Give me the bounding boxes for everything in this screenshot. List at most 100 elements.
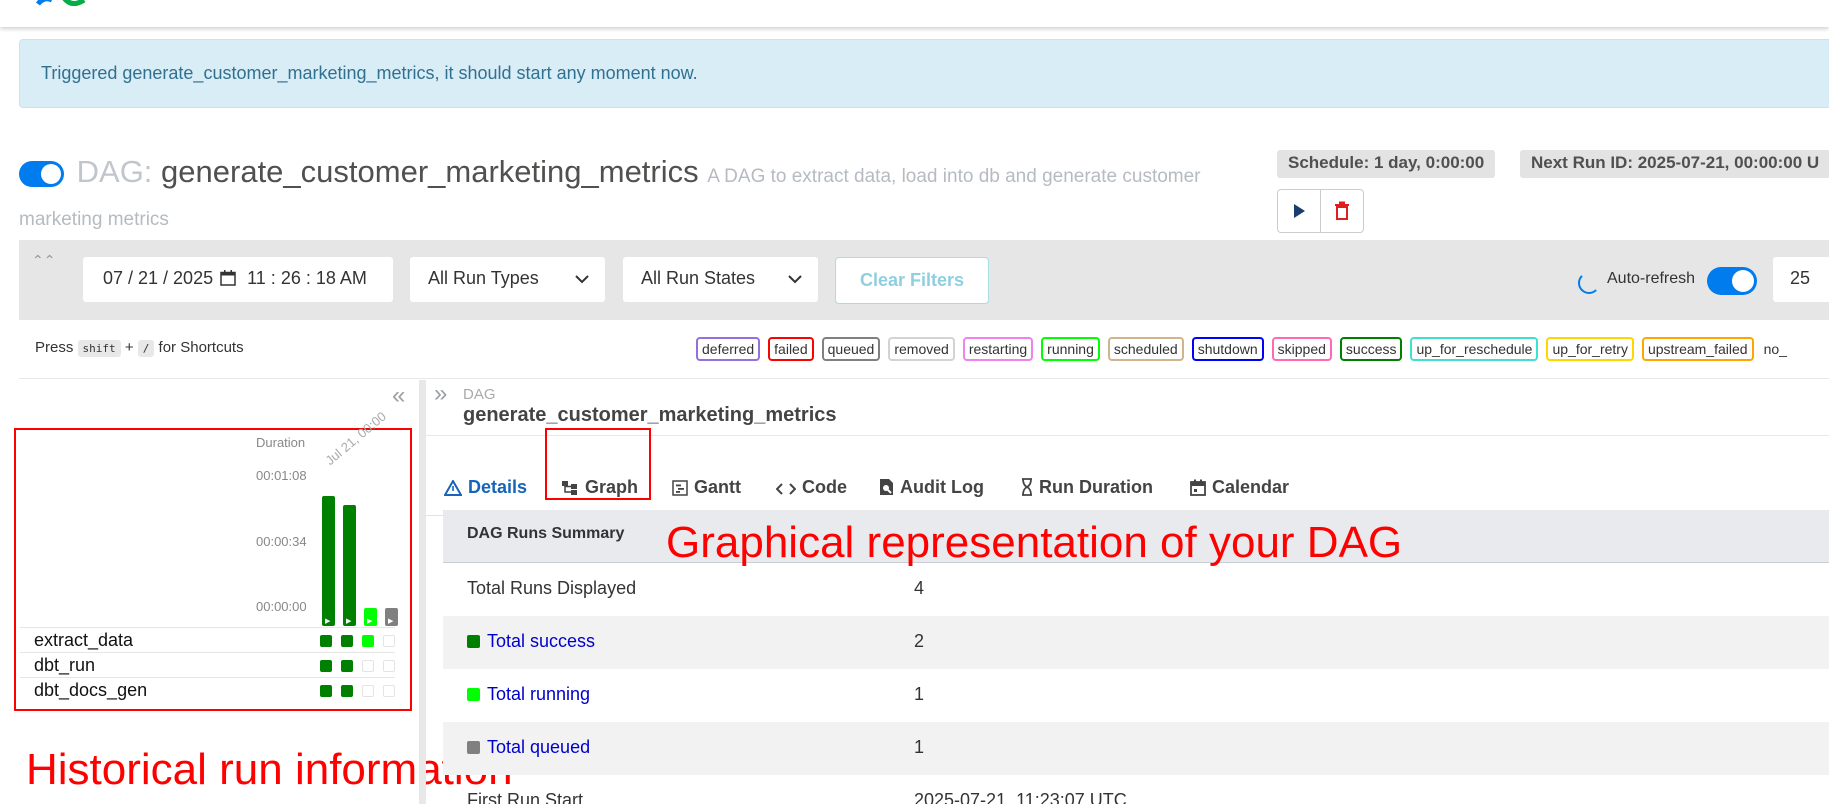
task-row-dbt-run[interactable]: dbt_run (20, 652, 395, 677)
task-instance-cell[interactable] (362, 635, 374, 647)
pane-resize-handle[interactable] (419, 380, 426, 804)
dag-pause-toggle[interactable] (19, 160, 64, 187)
next-run-badge: Next Run ID: 2025-07-21, 00:00:00 U (1520, 150, 1829, 178)
clear-filters-button[interactable]: Clear Filters (835, 257, 989, 304)
run-states-value: All Run States (641, 268, 756, 288)
annotation-graph: Graphical representation of your DAG (666, 518, 1403, 567)
table-row: Total running 1 (443, 669, 1829, 722)
task-instance-cell[interactable] (362, 685, 374, 697)
graph-tab-highlight (545, 428, 651, 500)
dag-action-buttons (1277, 189, 1364, 233)
task-instance-cell[interactable] (383, 660, 395, 672)
task-instance-cell[interactable] (383, 635, 395, 647)
dag-title: generate_customer_marketing_metrics (161, 154, 699, 189)
delete-dag-button[interactable] (1320, 190, 1363, 232)
tab-run-duration[interactable]: Run Duration (1021, 460, 1153, 516)
queued-swatch (467, 741, 480, 754)
legend-item-queued[interactable]: queued (821, 337, 881, 361)
dag-prefix: DAG: (76, 154, 153, 189)
legend-item-removed[interactable]: removed (888, 337, 955, 361)
tab-audit-log[interactable]: Audit Log (879, 460, 984, 516)
run-states-select[interactable]: All Run States (623, 257, 818, 302)
task-instance-cell[interactable] (341, 685, 353, 697)
task-row-extract-data[interactable]: extract_data (20, 627, 395, 652)
expand-grid-icon[interactable]: » (434, 380, 447, 408)
task-instance-cell[interactable] (341, 635, 353, 647)
tab-gantt[interactable]: Gantt (672, 460, 741, 516)
time-value: 11 : 26 : 18 AM (247, 268, 367, 288)
legend-item-running[interactable]: running (1041, 337, 1100, 361)
trigger-alert: Triggered generate_customer_marketing_me… (19, 39, 1829, 108)
task-instance-cell[interactable] (383, 685, 395, 697)
legend-item-up-for-reschedule[interactable]: up_for_reschedule (1410, 337, 1539, 361)
run-duration-bar[interactable]: ▶ (364, 608, 377, 626)
y-tick: 00:00:00 (256, 599, 307, 614)
legend-item-deferred[interactable]: deferred (696, 337, 761, 361)
legend-item-skipped[interactable]: skipped (1271, 337, 1332, 361)
run-duration-bar[interactable]: ▶ (343, 505, 356, 626)
legend-item-restarting[interactable]: restarting (962, 337, 1034, 361)
hourglass-icon (1022, 478, 1032, 496)
total-success-link[interactable]: Total success (487, 631, 595, 651)
shift-key: shift (77, 340, 121, 357)
total-running-link[interactable]: Total running (487, 684, 590, 704)
top-navbar (0, 0, 1829, 27)
task-instance-cell[interactable] (362, 660, 374, 672)
total-queued-link[interactable]: Total queued (487, 737, 590, 757)
collapse-grid-icon[interactable]: « (392, 382, 405, 410)
grid-pane: « Duration Jul 21, 00:00 00:01:08 00:00:… (0, 380, 420, 804)
num-runs-select[interactable]: 25 (1773, 257, 1829, 302)
date-value: 07 / 21 / 2025 (103, 268, 214, 288)
task-instance-cell[interactable] (341, 660, 353, 672)
task-name[interactable]: dbt_docs_gen (34, 680, 147, 701)
task-name[interactable]: dbt_run (34, 655, 95, 676)
airflow-logo-icon[interactable] (34, 0, 86, 6)
shortcut-hint: Press shift + / for Shortcuts (35, 339, 244, 357)
run-types-value: All Run Types (428, 268, 539, 288)
tab-code[interactable]: Code (775, 460, 847, 516)
auto-refresh-toggle[interactable] (1707, 267, 1757, 295)
duration-axis-label: Duration (256, 435, 306, 450)
chevron-down-icon (575, 275, 589, 284)
run-duration-bar[interactable]: ▶ (322, 496, 335, 626)
y-tick: 00:01:08 (256, 468, 307, 483)
gantt-icon (672, 480, 688, 496)
collapse-filters-icon[interactable]: ⌃⌃ (32, 252, 55, 269)
task-instance-cell[interactable] (320, 660, 332, 672)
table-row: Total success 2 (443, 616, 1829, 669)
run-date-label: Jul 21, 00:00 (322, 408, 390, 468)
state-legend: deferred failed queued removed restarting run… (696, 337, 1789, 361)
base-date-input[interactable]: 07 / 21 / 2025 11 : 26 : 18 AM (83, 257, 393, 302)
breadcrumb-label: DAG (463, 386, 496, 403)
legend-item-upstream-failed[interactable]: upstream_failed (1641, 337, 1754, 361)
schedule-badge: Schedule: 1 day, 0:00:00 (1277, 150, 1496, 178)
run-types-select[interactable]: All Run Types (410, 257, 605, 302)
legend-item-no-[interactable]: no_ (1761, 337, 1789, 361)
table-row: First Run Start 2025-07-21, 11:23:07 UTC (467, 790, 1127, 804)
legend-item-up-for-retry[interactable]: up_for_retry (1546, 337, 1634, 361)
dag-header: DAG: generate_customer_marketing_metrics… (19, 152, 1269, 238)
breadcrumb-dag-id[interactable]: generate_customer_marketing_metrics (463, 404, 837, 427)
success-swatch (467, 635, 480, 648)
legend-item-shutdown[interactable]: shutdown (1191, 337, 1264, 361)
chevron-down-icon (788, 275, 802, 284)
task-name[interactable]: extract_data (34, 630, 133, 651)
filter-bar: ⌃⌃ 07 / 21 / 2025 11 : 26 : 18 AM All Ru… (19, 240, 1829, 320)
warning-triangle-icon (443, 478, 463, 496)
table-row: Total queued 1 (443, 722, 1829, 775)
task-instance-cell[interactable] (320, 685, 332, 697)
legend-item-success[interactable]: success (1339, 337, 1403, 361)
task-row-dbt-docs-gen[interactable]: dbt_docs_gen (20, 677, 395, 702)
trigger-dag-button[interactable] (1278, 190, 1320, 232)
tab-calendar[interactable]: Calendar (1190, 460, 1289, 516)
play-icon (1294, 204, 1305, 218)
calendar-icon (1190, 479, 1206, 496)
legend-item-scheduled[interactable]: scheduled (1107, 337, 1184, 361)
legend-item-failed[interactable]: failed (768, 337, 814, 361)
calendar-icon[interactable] (220, 270, 236, 286)
refresh-spinner-icon (1578, 272, 1600, 294)
slash-key: / (137, 340, 155, 357)
task-instance-cell[interactable] (320, 635, 332, 647)
tab-details[interactable]: Details (443, 460, 528, 516)
run-duration-bar[interactable]: ▶ (385, 608, 398, 626)
